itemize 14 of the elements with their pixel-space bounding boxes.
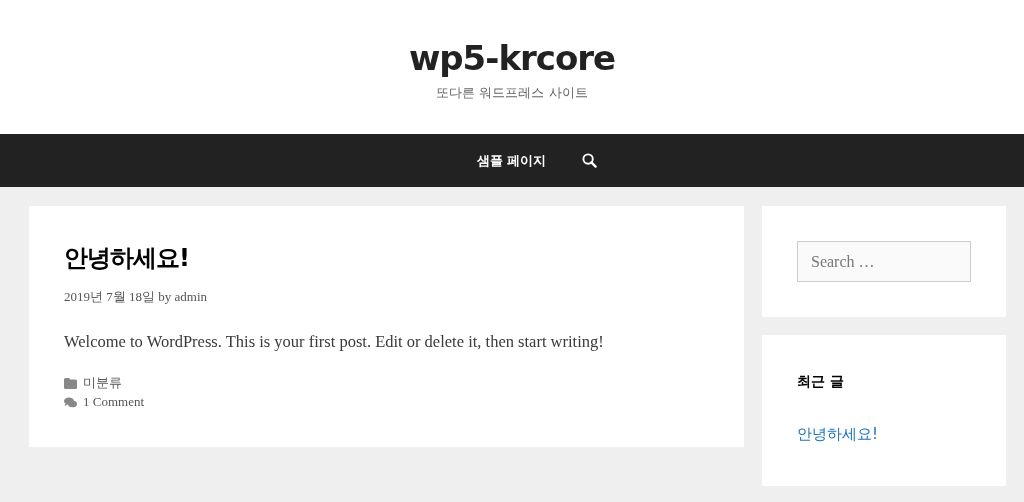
site-tagline: 또다른 워드프레스 사이트 xyxy=(436,84,588,102)
post-title: 안녕하세요! xyxy=(64,243,190,274)
nav-link[interactable]: 샘플 페이지 xyxy=(476,151,547,170)
category-link[interactable]: 미분류 xyxy=(83,374,122,392)
folder-icon xyxy=(64,377,77,389)
widget-title: 최근 글 xyxy=(797,373,845,391)
comments-icon xyxy=(64,396,77,408)
site-title[interactable]: wp5-krcore xyxy=(408,38,616,78)
search-field[interactable]: Search … xyxy=(797,241,971,282)
post-meta: 2019년 7월 18일 by admin xyxy=(64,288,208,306)
comments-link[interactable]: 1 Comment xyxy=(83,394,145,410)
search-icon[interactable] xyxy=(582,153,598,168)
post-body: Welcome to WordPress. This is your first post. Edit or delete it, then start writing! xyxy=(64,332,605,352)
recent-post-link[interactable]: 안녕하세요! xyxy=(797,425,878,444)
